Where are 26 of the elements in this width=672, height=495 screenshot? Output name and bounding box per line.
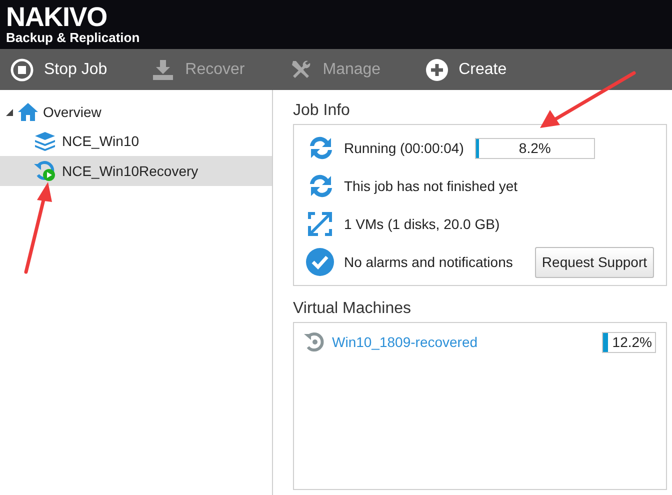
toolbar-button[interactable]: Stop Job (10, 58, 108, 82)
download-icon (151, 58, 176, 82)
tree-item[interactable]: NCE_Win10 (0, 126, 272, 156)
layers-icon (34, 131, 56, 151)
status-text: This job has not finished yet (344, 176, 518, 196)
restore-icon (304, 332, 324, 352)
expand-icon (306, 210, 334, 238)
plus-icon (424, 58, 449, 82)
toolbar-button[interactable]: Create (424, 58, 507, 82)
status-text: 1 VMs (1 disks, 20.0 GB) (344, 214, 500, 234)
stop-icon (10, 58, 34, 82)
section-title: Job Info (293, 101, 351, 121)
tree-item[interactable]: Overview (0, 98, 272, 126)
request-support-button[interactable]: Request Support (534, 246, 654, 278)
logo-subtitle: Backup & Replication (6, 31, 141, 45)
logo-text: NAKIVO (6, 4, 108, 31)
home-icon (17, 102, 39, 122)
section-title: Virtual Machines (293, 299, 412, 319)
status-text: No alarms and notifications (344, 252, 513, 272)
check-circle-icon (306, 248, 334, 276)
status-text: Running (00:00:04) (344, 138, 464, 158)
progress-reading: 12.2% (611, 332, 653, 352)
restore-play-icon (34, 160, 56, 182)
progress-reading: 8.2% (518, 138, 552, 158)
vm-link[interactable]: Win10_1809-recovered (332, 332, 478, 352)
tree-item[interactable]: NCE_Win10Recovery (0, 156, 272, 186)
